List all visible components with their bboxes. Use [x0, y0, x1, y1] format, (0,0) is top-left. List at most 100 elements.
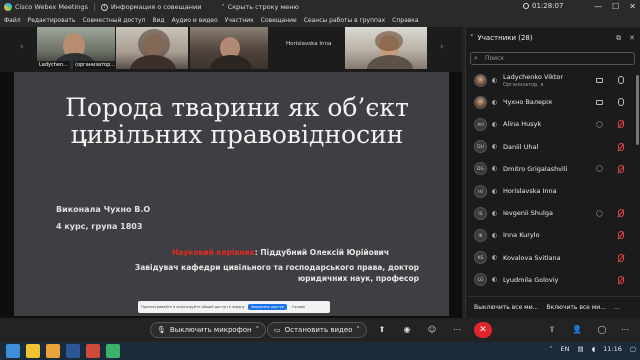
popout-icon[interactable]: ⧉: [616, 34, 621, 43]
microphone-muted-icon[interactable]: [618, 120, 624, 129]
chat-panel-icon[interactable]: ◯: [595, 323, 609, 337]
participant-row[interactable]: KS ◐ Kovalova Svitlana: [466, 247, 640, 269]
windows-start-icon[interactable]: [6, 344, 20, 358]
participant-row[interactable]: LG ◐ Lyudmila Goloviy: [466, 269, 640, 291]
minimize-icon[interactable]: —: [594, 2, 602, 11]
participant-name: Ladychenko Viktor: [503, 73, 564, 81]
participant-name: Daniil Uhal: [503, 142, 539, 151]
chat-icon[interactable]: ◯: [596, 210, 603, 217]
microphone-muted-icon[interactable]: [618, 275, 624, 284]
author-line: Виконала Чухно В.О: [56, 205, 151, 214]
more-options-icon[interactable]: …: [614, 304, 620, 311]
video-thumbnail[interactable]: [116, 27, 188, 69]
microphone-muted-icon[interactable]: [618, 164, 624, 173]
taskbar-clock[interactable]: 11:16: [603, 345, 622, 353]
menu-item-participant[interactable]: Участник: [225, 17, 254, 24]
audio-status-icon: ◐: [492, 143, 498, 151]
menu-item-breakout[interactable]: Сеансы работы в группах: [304, 17, 385, 24]
menu-item-file[interactable]: Файл: [4, 17, 21, 24]
video-thumbnail[interactable]: [345, 27, 427, 69]
participant-name: Dmitro Grigalashvili: [503, 164, 568, 173]
menu-item-meeting[interactable]: Совещание: [261, 17, 297, 24]
leave-meeting-button[interactable]: ✕: [474, 322, 492, 338]
volume-icon[interactable]: ◖: [592, 345, 595, 353]
microphone-muted-icon[interactable]: [618, 142, 624, 151]
chevron-right-icon[interactable]: ›: [440, 42, 444, 52]
participant-row[interactable]: HI ◐ Horislavska Inna: [466, 180, 640, 202]
microphone-muted-icon[interactable]: [618, 253, 624, 262]
menu-item-edit[interactable]: Редактировать: [28, 17, 76, 24]
more-icon[interactable]: ⋯: [450, 323, 464, 337]
webex-app-window: Cisco Webex Meetings i Информация о сове…: [0, 0, 640, 342]
unmute-all-button[interactable]: Включить все ми...: [546, 304, 606, 311]
thumbnail-role: (организатор...: [73, 61, 115, 69]
participant-body: [210, 55, 252, 69]
panel-tools: ⧉ ✕: [616, 34, 635, 43]
participant-name: Ievgenii Shulga: [503, 209, 553, 218]
microphone-muted-icon[interactable]: [618, 231, 624, 240]
system-tray: ˄ EN ▤ ◖ 11:16 ▢: [549, 345, 636, 353]
video-thumbnail[interactable]: Horislavska Inna: [270, 27, 342, 69]
close-icon[interactable]: ✕: [629, 2, 636, 11]
notifications-icon[interactable]: ▢: [630, 345, 636, 353]
participants-icon[interactable]: 👤: [570, 323, 584, 337]
mute-button[interactable]: 🎙 Выключить микрофон ˅: [150, 322, 267, 338]
more-panels-icon[interactable]: ⋯: [618, 323, 632, 337]
participant-search-input[interactable]: ⌕ Поиск: [470, 52, 635, 65]
participant-row[interactable]: ◐ Чухно Валерія: [466, 91, 640, 113]
webex-taskbar-icon[interactable]: [106, 344, 120, 358]
menu-item-help[interactable]: Справка: [392, 17, 418, 24]
audio-status-icon: ◐: [492, 120, 498, 128]
share-panel-icon[interactable]: ⇪: [545, 323, 559, 337]
mute-all-button[interactable]: Выключить все ми...: [474, 304, 538, 311]
participant-role: Организатор, я: [503, 82, 544, 88]
done-button[interactable]: Готово: [290, 304, 307, 310]
word-icon[interactable]: [66, 344, 80, 358]
audio-status-icon: ◐: [492, 98, 498, 106]
chat-icon[interactable]: ◯: [596, 165, 603, 172]
microphone-muted-icon[interactable]: [618, 209, 624, 218]
participant-row[interactable]: ◐ Ladychenko Viktor Организатор, я: [466, 69, 640, 91]
file-explorer-icon[interactable]: [26, 344, 40, 358]
meeting-info-button[interactable]: i Информация о совещании: [100, 3, 201, 11]
participant-scrollbar[interactable]: [636, 69, 639, 319]
chat-icon[interactable]: ◯: [596, 121, 603, 128]
hide-menu-label: Скрыть строку меню: [227, 3, 300, 11]
participant-row[interactable]: IK ◐ Inna Kurylo: [466, 224, 640, 246]
hide-menu-bar-button[interactable]: ˄ Скрыть строку меню: [221, 3, 299, 11]
powerpoint-icon[interactable]: [86, 344, 100, 358]
advisor-name: : Піддубний Олексій Юрійович: [254, 248, 389, 257]
reactions-icon[interactable]: ☺: [425, 323, 439, 337]
chevron-left-icon[interactable]: ‹: [20, 42, 24, 52]
language-indicator[interactable]: EN: [561, 345, 570, 353]
menu-item-audio-video[interactable]: Аудио и видео: [172, 17, 218, 24]
participant-row[interactable]: DU ◐ Daniil Uhal: [466, 136, 640, 158]
scrollbar-thumb[interactable]: [636, 75, 639, 145]
video-thumbnail-strip: ‹ Ladychen... (организатор... Horislavsk…: [0, 27, 462, 72]
maximize-icon[interactable]: ☐: [612, 2, 619, 11]
avatar: LG: [474, 273, 487, 287]
record-icon[interactable]: ◉: [400, 323, 414, 337]
avatar: [474, 95, 487, 109]
collapse-chevron-icon[interactable]: ˅: [470, 34, 474, 42]
participant-row[interactable]: IS ◐ Ievgenii Shulga ◯: [466, 202, 640, 224]
tray-up-arrow-icon[interactable]: ˄: [549, 345, 552, 353]
video-thumbnail[interactable]: [190, 27, 268, 69]
menu-item-view[interactable]: Вид: [152, 17, 164, 24]
menu-item-share[interactable]: Совместный доступ: [82, 17, 145, 24]
window-controls: — ☐ ✕: [594, 2, 636, 11]
request-control-button[interactable]: Запросить доступ: [247, 304, 288, 310]
close-panel-icon[interactable]: ✕: [629, 34, 635, 43]
chrome-icon[interactable]: [46, 344, 60, 358]
avatar: DG: [474, 162, 487, 176]
video-thumbnail[interactable]: Ladychen... (организатор...: [37, 27, 115, 69]
avatar: HI: [474, 184, 487, 198]
share-screen-icon[interactable]: ⬆: [375, 323, 389, 337]
participant-row[interactable]: AH ◐ Alina Husyk ◯: [466, 113, 640, 135]
network-icon[interactable]: ▤: [578, 345, 584, 353]
stop-video-button[interactable]: ▭ Остановить видео ˅: [267, 322, 367, 338]
microphone-icon: [618, 98, 624, 107]
participant-row[interactable]: DG ◐ Dmitro Grigalashvili ◯: [466, 158, 640, 180]
avatar: [474, 73, 487, 87]
windows-taskbar: ˄ EN ▤ ◖ 11:16 ▢: [0, 342, 640, 360]
